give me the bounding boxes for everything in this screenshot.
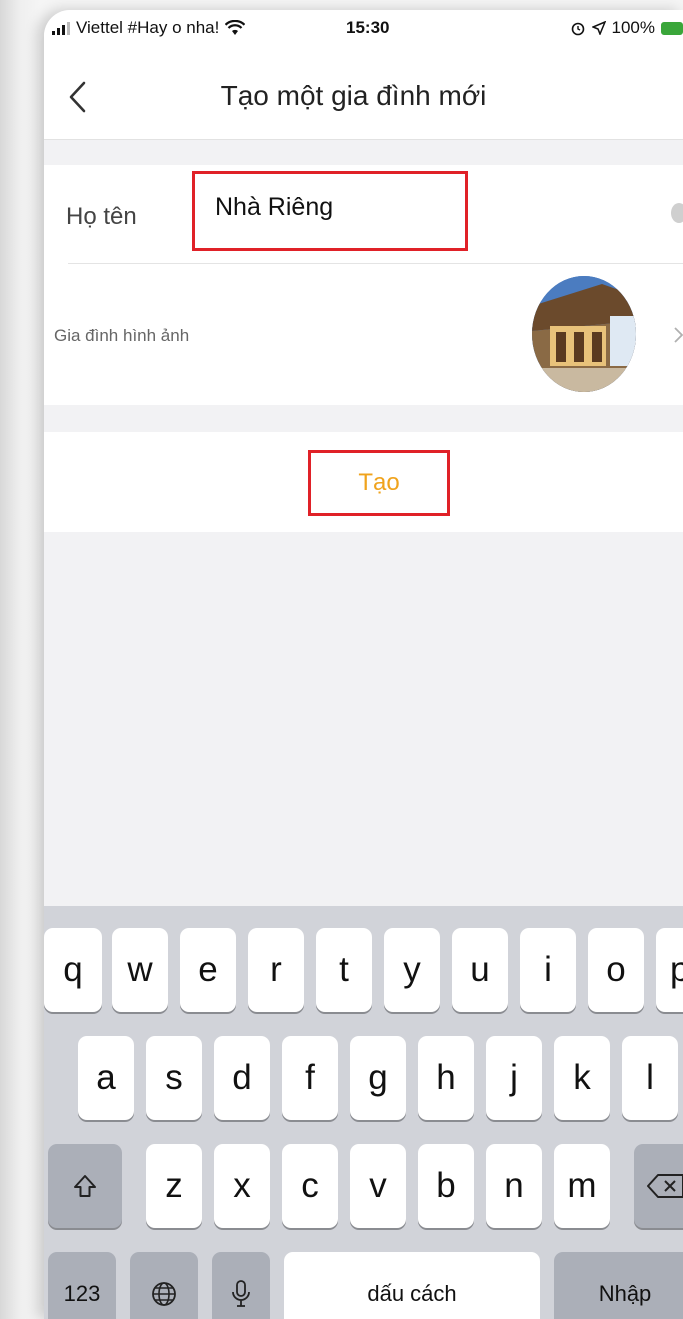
- key-p[interactable]: p: [656, 928, 683, 1012]
- location-icon: [591, 21, 606, 35]
- family-photo-row[interactable]: Gia đình hình ảnh: [44, 264, 683, 405]
- house-photo: [532, 276, 636, 392]
- status-bar: Viettel #Hay o nha! 15:30 100%: [44, 10, 683, 52]
- chevron-right-icon: [674, 327, 683, 343]
- key-t[interactable]: t: [316, 928, 372, 1012]
- status-time: 15:30: [346, 18, 390, 37]
- name-row: Họ tên: [44, 165, 683, 263]
- battery-percent: 100%: [611, 18, 655, 37]
- space-key[interactable]: dấu cách: [284, 1252, 540, 1319]
- key-q[interactable]: q: [44, 928, 102, 1012]
- microphone-key[interactable]: [212, 1252, 270, 1319]
- key-z[interactable]: z: [146, 1144, 202, 1228]
- key-f[interactable]: f: [282, 1036, 338, 1120]
- shift-icon: [74, 1175, 96, 1197]
- family-photo-label: Gia đình hình ảnh: [54, 326, 190, 345]
- key-m[interactable]: m: [554, 1144, 610, 1228]
- numbers-key[interactable]: 123: [48, 1252, 116, 1319]
- key-l[interactable]: l: [622, 1036, 678, 1120]
- status-left: Viettel #Hay o nha!: [52, 18, 246, 38]
- family-photo-avatar: [532, 276, 636, 392]
- key-o[interactable]: o: [588, 928, 644, 1012]
- key-a[interactable]: a: [78, 1036, 134, 1120]
- key-e[interactable]: e: [180, 928, 236, 1012]
- key-b[interactable]: b: [418, 1144, 474, 1228]
- family-name-input[interactable]: [192, 171, 468, 251]
- alarm-icon: [571, 22, 584, 36]
- backspace-key[interactable]: [634, 1144, 683, 1228]
- key-w[interactable]: w: [112, 928, 168, 1012]
- name-label: Họ tên: [66, 203, 137, 230]
- shift-key[interactable]: [48, 1144, 122, 1228]
- key-j[interactable]: j: [486, 1036, 542, 1120]
- key-n[interactable]: n: [486, 1144, 542, 1228]
- family-form-card: Họ tên Gia đình hình ảnh: [44, 165, 683, 405]
- clear-input-icon[interactable]: [671, 203, 683, 223]
- key-d[interactable]: d: [214, 1036, 270, 1120]
- key-c[interactable]: c: [282, 1144, 338, 1228]
- on-screen-keyboard: q w e r t y u i o p a s d f g h j k l z …: [44, 906, 683, 1319]
- key-s[interactable]: s: [146, 1036, 202, 1120]
- key-k[interactable]: k: [554, 1036, 610, 1120]
- status-right: 100%: [570, 18, 683, 38]
- key-v[interactable]: v: [350, 1144, 406, 1228]
- backspace-icon: [647, 1174, 683, 1198]
- create-button-card: Tạo: [44, 432, 683, 532]
- key-r[interactable]: r: [248, 928, 304, 1012]
- navigation-bar: Tạo một gia đình mới: [44, 52, 683, 140]
- key-i[interactable]: i: [520, 928, 576, 1012]
- return-key[interactable]: Nhập: [554, 1252, 683, 1319]
- battery-icon: [661, 21, 683, 35]
- globe-key[interactable]: [130, 1252, 198, 1319]
- phone-screen: Viettel #Hay o nha! 15:30 100% Tạo một g…: [44, 10, 683, 1319]
- wifi-icon: [225, 20, 246, 35]
- create-button[interactable]: Tạo: [308, 450, 450, 516]
- key-g[interactable]: g: [350, 1036, 406, 1120]
- key-x[interactable]: x: [214, 1144, 270, 1228]
- microphone-icon: [232, 1280, 250, 1307]
- page-title: Tạo một gia đình mới: [220, 80, 487, 111]
- key-y[interactable]: y: [384, 928, 440, 1012]
- globe-icon: [152, 1282, 176, 1306]
- carrier-name: Viettel #Hay o nha!: [76, 18, 220, 37]
- key-u[interactable]: u: [452, 928, 508, 1012]
- signal-icon: [52, 21, 70, 35]
- key-h[interactable]: h: [418, 1036, 474, 1120]
